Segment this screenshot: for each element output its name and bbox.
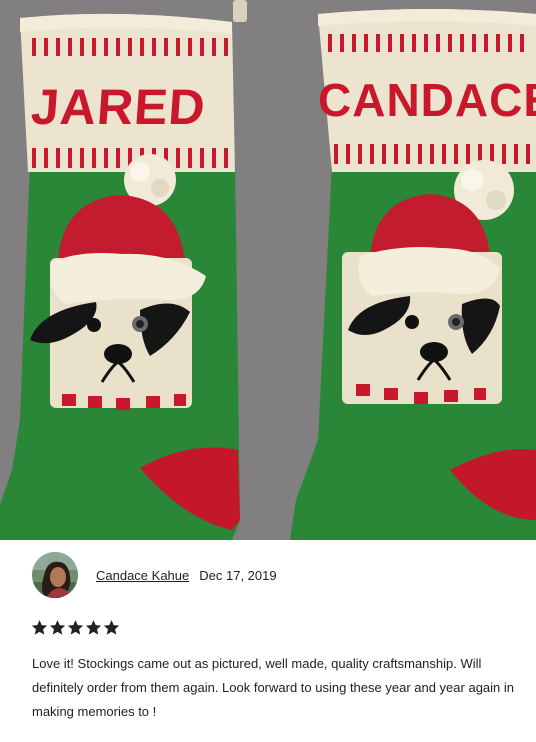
review-card: JARED CANDACE Candace Kahue Dec 17, 2019… — [0, 0, 536, 742]
right-stocking-name: CANDACE — [318, 74, 536, 126]
left-stocking: JARED — [0, 13, 240, 540]
left-stocking-name: JARED — [29, 79, 207, 135]
star-icon — [67, 620, 84, 635]
star-icon — [31, 620, 48, 635]
review-text: Love it! Stockings came out as pictured,… — [32, 656, 514, 719]
review-date: Dec 17, 2019 — [199, 567, 277, 583]
reviewer-row: Candace Kahue Dec 17, 2019 — [32, 552, 277, 598]
star-rating — [31, 619, 120, 636]
star-icon — [85, 620, 102, 635]
star-icon — [103, 620, 120, 635]
review-photo[interactable]: JARED CANDACE — [0, 0, 536, 540]
right-stocking: CANDACE — [290, 9, 536, 540]
reviewer-name-link[interactable]: Candace Kahue — [96, 568, 189, 583]
reviewer-avatar-icon[interactable] — [32, 552, 78, 598]
star-icon — [49, 620, 66, 635]
